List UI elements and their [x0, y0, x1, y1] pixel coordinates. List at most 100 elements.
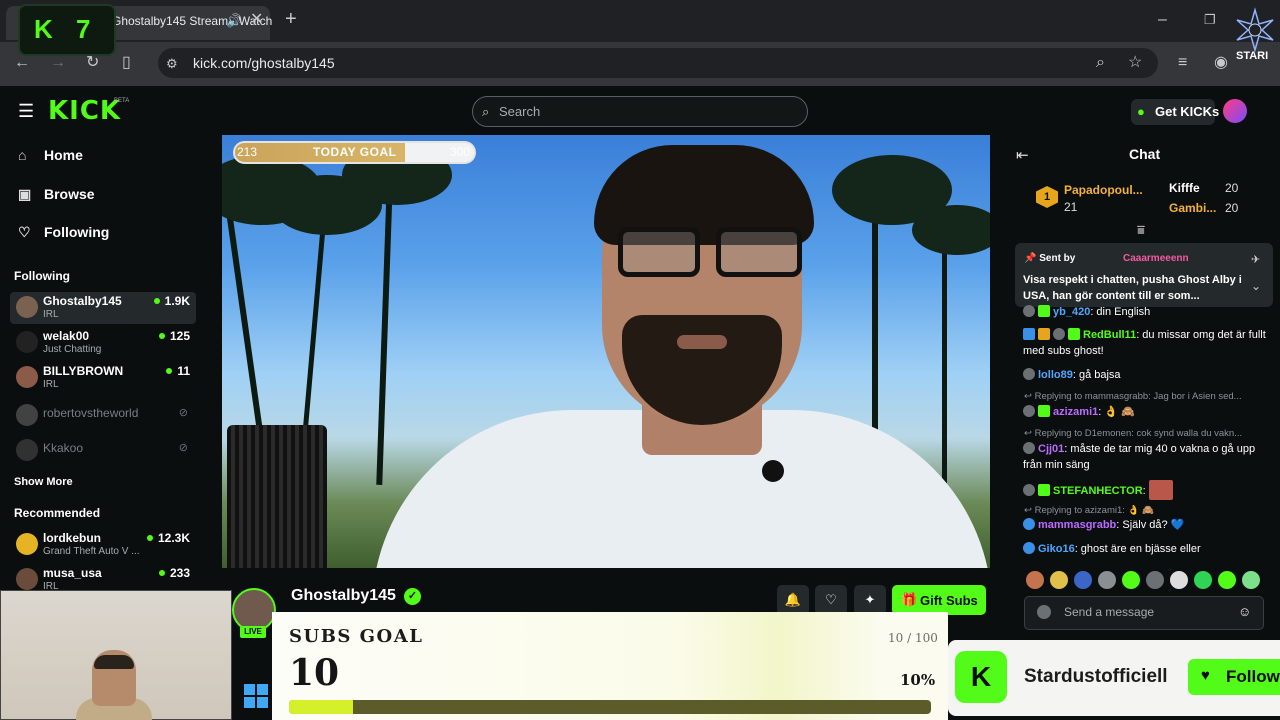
video-player[interactable] [222, 135, 990, 568]
browse-icon: ▣ [18, 186, 32, 202]
avatar [16, 296, 38, 318]
unpin-icon[interactable]: ✈ [1251, 252, 1260, 268]
emoji-picker-icon[interactable]: ☺ [1238, 604, 1251, 620]
chat-username[interactable]: STEFANHECTOR [1053, 485, 1143, 497]
chevron-down-icon[interactable]: ⌄ [1251, 278, 1261, 294]
new-tab-icon[interactable]: + [285, 9, 297, 29]
overlay-k7-badge [18, 4, 116, 56]
chat-text: : Själv då? 💙 [1116, 519, 1185, 531]
split-view-icon[interactable]: ▯ [122, 55, 131, 71]
tab-title: Ghostalby145 Stream - Watch [112, 14, 273, 28]
emote-icon[interactable] [1098, 571, 1116, 589]
viewer-count: 11 [166, 364, 190, 378]
tab-close-icon[interactable]: ✕ [250, 12, 263, 28]
sidebar-item-welak00[interactable]: welak00 Just Chatting 125 [10, 327, 196, 359]
nav-browse-label: Browse [44, 186, 95, 202]
audio-icon[interactable]: 🔊 [226, 13, 242, 29]
kick-app-icon: K [955, 651, 1007, 703]
sidebar-item-ghostalby145[interactable]: Ghostalby145 IRL 1.9K [10, 292, 196, 324]
emote-icon[interactable] [1170, 571, 1188, 589]
notification-bell-button[interactable]: 🔔 [777, 585, 809, 615]
search-placeholder: Search [499, 104, 541, 119]
leaderboard-name[interactable]: Gambi... [1169, 201, 1216, 215]
sidebar-item-kkakoo[interactable]: Kkakoo ⊘ [10, 435, 196, 467]
emote-icon[interactable] [1026, 571, 1044, 589]
emote-icon[interactable] [1122, 571, 1140, 589]
chat-text: : 👌 🙈 [1098, 406, 1135, 418]
maximize-icon[interactable]: ❐ [1204, 12, 1216, 28]
nav-home[interactable]: ⌂ Home [18, 147, 83, 163]
emote-icon[interactable] [1146, 571, 1164, 589]
nav-following[interactable]: ♡ Following [18, 224, 109, 241]
webcam-person-hair [94, 655, 134, 669]
reply-context[interactable]: ↩ Replying to azizami1: 👌 🙈 [1024, 505, 1274, 516]
channel-name: robertovstheworld [43, 406, 139, 420]
glasses-left-lens [618, 227, 700, 277]
badge-icon [1023, 484, 1035, 496]
emote-image [1148, 480, 1173, 500]
chat-username[interactable]: mammasgrabb [1038, 519, 1116, 531]
nav-following-label: Following [44, 224, 110, 240]
goal-target: 300 [450, 145, 471, 159]
chat-username[interactable]: yb_420 [1053, 306, 1090, 318]
emote-icon[interactable] [1242, 571, 1260, 589]
stari-label: STARI [1236, 50, 1269, 62]
show-more-link[interactable]: Show More [14, 476, 73, 488]
avatar [16, 366, 38, 388]
forward-icon[interactable]: → [50, 55, 66, 71]
kick-logo[interactable]: KICK [48, 96, 121, 126]
subs-goal-count: 10 [289, 652, 340, 694]
user-badge-icon [1037, 605, 1051, 619]
site-info-icon[interactable]: ⚙ [166, 56, 178, 72]
reply-context[interactable]: ↩ Replying to D1emonen: cok synd walla d… [1024, 428, 1274, 439]
chat-username[interactable]: lollo89 [1038, 369, 1073, 381]
chat-username[interactable]: Cjj01 [1038, 443, 1064, 455]
leaderboard-name[interactable]: Kifffe [1169, 181, 1200, 195]
chat-text: : din English [1090, 306, 1151, 318]
leaderboard-name[interactable]: Papadopoul... [1064, 183, 1143, 197]
emote-quick-bar [1024, 571, 1264, 591]
collapse-chat-icon[interactable]: ⇤ [1016, 146, 1029, 164]
zoom-icon[interactable]: ⌕ [1096, 55, 1105, 71]
channel-name: welak00 [43, 329, 90, 343]
badge-icon [1053, 328, 1065, 340]
chat-message: Cjj01: måste de tar mig 40 o vakna o gå … [1023, 441, 1273, 473]
chat-text: : ghost äre en bjässe eller [1074, 543, 1201, 555]
trash-bin [227, 425, 327, 568]
subs-goal-fill [289, 700, 354, 714]
reload-icon[interactable]: ↻ [86, 55, 99, 71]
channel-name: Kkakoo [43, 441, 84, 455]
media-control-icon[interactable]: ≡ [1178, 55, 1187, 71]
sidebar-item-robertovstheworld[interactable]: robertovstheworld ⊘ [10, 400, 196, 432]
streamer-name[interactable]: Ghostalby145 [291, 587, 396, 605]
chat-username[interactable]: azizami1 [1053, 406, 1098, 418]
pinned-user: Caaarmeeenn [1123, 253, 1189, 264]
channel-category: IRL [43, 309, 59, 320]
avatar [16, 533, 38, 555]
back-icon[interactable]: ← [14, 55, 30, 71]
profile-icon[interactable]: ◉ [1214, 55, 1228, 71]
reply-context[interactable]: ↩ Replying to mammasgrabb: Jag bor i Asi… [1024, 391, 1274, 402]
user-avatar[interactable] [1223, 99, 1247, 123]
chat-username[interactable]: RedBull11 [1083, 329, 1136, 341]
menu-icon[interactable]: ☰ [18, 102, 34, 120]
bookmark-star-icon[interactable]: ☆ [1128, 55, 1142, 71]
sidebar-item-billybrown[interactable]: BILLYBROWN IRL 11 [10, 362, 196, 394]
beta-label: BETA [114, 98, 130, 104]
minimize-icon[interactable]: – [1158, 12, 1167, 28]
expand-leaderboard-icon[interactable]: ⩸ [1137, 222, 1145, 238]
chat-message: mammasgrabb: Själv då? 💙 [1023, 517, 1273, 533]
sparkle-button[interactable]: ✦ [854, 585, 886, 615]
nav-browse[interactable]: ▣ Browse [18, 186, 95, 203]
emote-icon[interactable] [1194, 571, 1212, 589]
kicks-coin-icon: ● [1137, 104, 1145, 119]
avatar [16, 439, 38, 461]
emote-icon[interactable] [1050, 571, 1068, 589]
glasses-right-lens [716, 227, 802, 277]
emote-icon[interactable] [1218, 571, 1236, 589]
chat-username[interactable]: Giko16 [1038, 543, 1075, 555]
follow-heart-button[interactable]: ♡ [815, 585, 847, 615]
sidebar-item-lordkebun[interactable]: lordkebun Grand Theft Auto V ... 12.3K [10, 529, 196, 561]
sparkle-icon: ✦ [864, 592, 876, 607]
emote-icon[interactable] [1074, 571, 1092, 589]
